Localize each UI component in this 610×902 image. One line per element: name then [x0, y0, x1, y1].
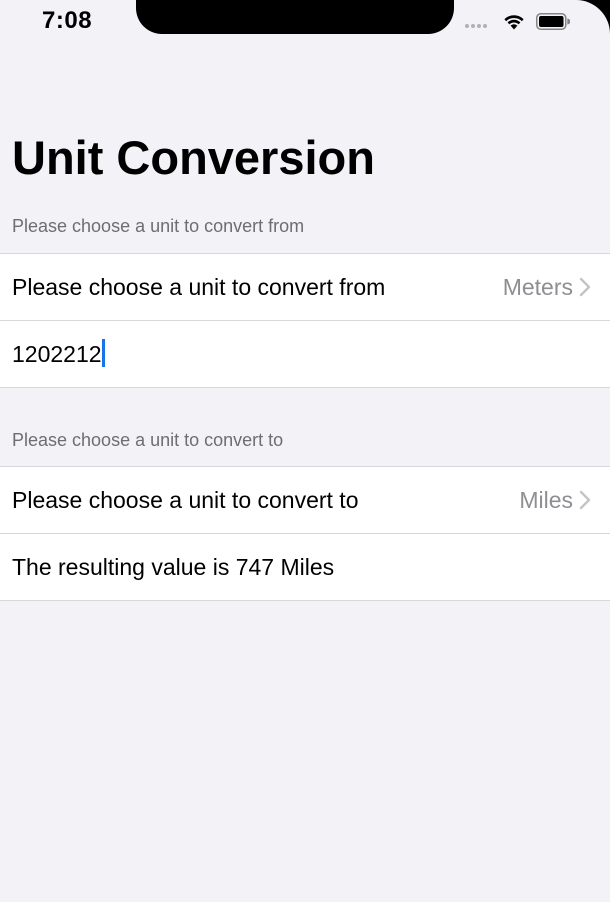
from-unit-selected-value: Meters: [502, 273, 573, 300]
battery-icon: [536, 13, 570, 30]
chevron-right-icon: [579, 277, 591, 297]
to-unit-selected-value: Miles: [519, 486, 573, 513]
signal-dots-icon: [465, 24, 487, 28]
page-title: Unit Conversion: [12, 131, 375, 184]
device-notch: [136, 0, 454, 34]
text-cursor: [101, 339, 105, 367]
value-input-text: 1202212: [12, 340, 102, 367]
from-section-header: Please choose a unit to convert from: [12, 216, 305, 236]
status-bar: 7:08: [0, 0, 610, 44]
to-unit-group: Please choose a unit to convert to Miles…: [0, 466, 610, 601]
result-text: The resulting value is 747 Miles: [12, 553, 335, 580]
from-unit-group: Please choose a unit to convert from Met…: [0, 253, 610, 388]
wifi-icon: [504, 15, 524, 30]
value-input-field[interactable]: 1202212: [0, 320, 610, 387]
status-time: 7:08: [42, 7, 93, 34]
chevron-right-icon: [579, 490, 591, 510]
result-row: The resulting value is 747 Miles: [0, 533, 610, 600]
to-section-header: Please choose a unit to convert to: [12, 430, 284, 450]
to-unit-picker-label: Please choose a unit to convert to: [12, 486, 359, 513]
from-unit-picker-label: Please choose a unit to convert from: [12, 273, 386, 300]
to-unit-picker-row[interactable]: Please choose a unit to convert to Miles: [0, 467, 610, 533]
app-screen: 7:08 Unit Conversion Please choose a uni…: [0, 0, 610, 902]
from-unit-picker-row[interactable]: Please choose a unit to convert from Met…: [0, 254, 610, 320]
